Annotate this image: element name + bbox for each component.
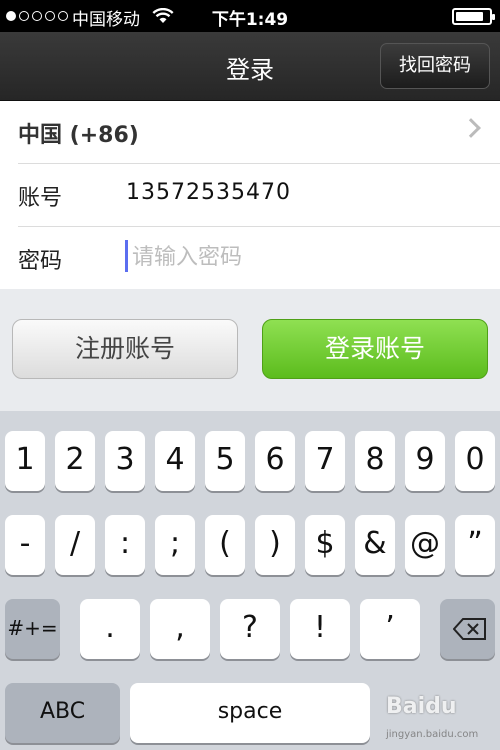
clock: 下午1:49 <box>211 10 289 30</box>
key[interactable]: 0 <box>455 431 495 491</box>
country-selector[interactable]: 中国 (+86) <box>0 101 500 163</box>
space-key[interactable]: space <box>130 683 370 743</box>
watermark-brand: Baidu <box>386 694 457 719</box>
nav-bar: 登录 找回密码 <box>0 32 500 101</box>
key[interactable]: ! <box>290 599 350 659</box>
password-label: 密码 <box>18 249 63 274</box>
watermark: Baidu jingyan.baidu.com <box>386 686 496 746</box>
key[interactable]: , <box>150 599 210 659</box>
action-area: 注册账号 登录账号 <box>0 289 500 411</box>
key[interactable]: 9 <box>405 431 445 491</box>
key[interactable]: 7 <box>305 431 345 491</box>
key[interactable]: ” <box>455 515 495 575</box>
battery-icon <box>452 8 495 25</box>
watermark-site: jingyan.baidu.com <box>386 729 479 740</box>
status-bar: 中国移动 下午1:49 <box>0 0 500 32</box>
key[interactable]: 2 <box>55 431 95 491</box>
key[interactable]: : <box>105 515 145 575</box>
backspace-key[interactable] <box>440 599 495 659</box>
account-label: 账号 <box>18 186 63 211</box>
key[interactable]: ’ <box>360 599 420 659</box>
key[interactable]: 4 <box>155 431 195 491</box>
key[interactable]: 3 <box>105 431 145 491</box>
backspace-icon <box>452 618 486 640</box>
password-row[interactable]: 密码 <box>0 227 500 289</box>
chevron-right-icon <box>461 118 481 138</box>
key[interactable]: 5 <box>205 431 245 491</box>
key[interactable]: 8 <box>355 431 395 491</box>
register-button[interactable]: 注册账号 <box>12 319 238 379</box>
key[interactable]: ; <box>155 515 195 575</box>
key[interactable]: @ <box>405 515 445 575</box>
key[interactable]: . <box>80 599 140 659</box>
key[interactable]: 6 <box>255 431 295 491</box>
account-row[interactable]: 账号 13572535470 <box>0 164 500 226</box>
key[interactable]: - <box>5 515 45 575</box>
symbols-key[interactable]: #+= <box>5 599 60 659</box>
key[interactable]: ( <box>205 515 245 575</box>
login-button[interactable]: 登录账号 <box>262 319 488 379</box>
account-field[interactable]: 13572535470 <box>126 180 291 205</box>
find-password-button[interactable]: 找回密码 <box>380 43 490 89</box>
key[interactable]: / <box>55 515 95 575</box>
abc-key[interactable]: ABC <box>5 683 120 743</box>
key[interactable]: & <box>355 515 395 575</box>
key[interactable]: ) <box>255 515 295 575</box>
key[interactable]: 1 <box>5 431 45 491</box>
country-label: 中国 (+86) <box>18 123 139 148</box>
login-form: 中国 (+86) 账号 13572535470 密码 <box>0 101 500 289</box>
password-input[interactable] <box>126 241 472 273</box>
key[interactable]: $ <box>305 515 345 575</box>
key[interactable]: ? <box>220 599 280 659</box>
